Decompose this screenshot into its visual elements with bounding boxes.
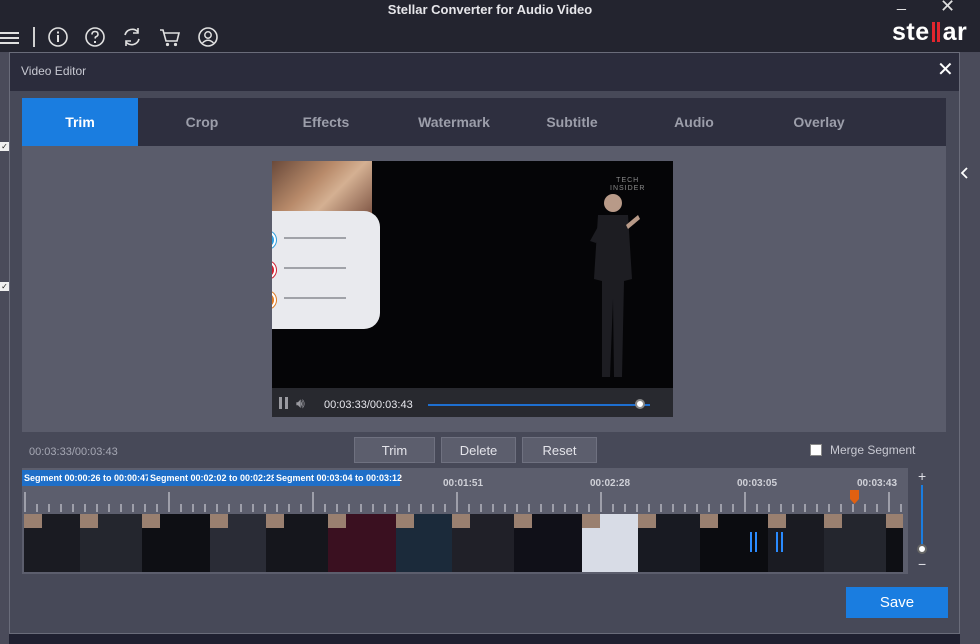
user-icon[interactable]: [197, 26, 219, 48]
watermark-line: TECH: [616, 177, 640, 184]
frame-thumbnail: [266, 514, 284, 528]
menu-icon[interactable]: [0, 26, 22, 48]
video-controls: 🔊︎ 00:03:33/00:03:43: [272, 388, 673, 417]
merge-segment-checkbox[interactable]: [810, 444, 822, 456]
zoom-slider-track[interactable]: [921, 485, 923, 547]
app-title: Stellar Converter for Audio Video: [387, 2, 593, 17]
timeline-time-label: 00:02:28: [590, 478, 631, 489]
background-checkbox[interactable]: ✓: [0, 282, 9, 291]
editor-tabs: Trim Crop Effects Watermark Subtitle Aud…: [22, 98, 946, 146]
chevron-left-icon[interactable]: [960, 166, 970, 180]
playback-thumb[interactable]: [635, 399, 645, 409]
frame-thumbnail: [582, 514, 600, 528]
reset-button[interactable]: Reset: [522, 437, 597, 463]
slide-line: [284, 267, 346, 269]
current-time: 00:03:33/00:03:43: [29, 446, 118, 458]
playback-time: 00:03:33/00:03:43: [324, 399, 413, 411]
frame-thumbnail: [210, 514, 228, 528]
frame-thumbnail: [452, 514, 470, 528]
help-icon[interactable]: [84, 26, 106, 48]
video-slide-card: [272, 211, 380, 329]
playhead-marker[interactable]: [850, 490, 859, 504]
logo-mark-icon: [931, 22, 942, 42]
video-frame: TECH INSIDER: [272, 161, 673, 388]
video-speaker-figure: [590, 194, 640, 377]
minimize-button[interactable]: _: [897, 0, 906, 12]
timeline-time-label: 00:03:05: [737, 478, 778, 489]
segment-label[interactable]: Segment 00:02:02 to 00:02:28: [148, 470, 276, 486]
stellar-logo: ste ar: [892, 18, 968, 46]
cart-icon[interactable]: [159, 26, 181, 48]
tab-audio[interactable]: Audio: [638, 98, 750, 146]
frame-thumbnail: [638, 514, 656, 528]
slide-dot: [272, 231, 276, 249]
zoom-out-button[interactable]: −: [918, 556, 926, 572]
volume-icon[interactable]: 🔊︎: [296, 395, 305, 412]
toolbar-divider: [33, 27, 35, 47]
tab-trim[interactable]: Trim: [22, 98, 138, 146]
segment-label[interactable]: Segment 00:03:04 to 00:03:12: [274, 470, 402, 486]
frame-thumbnail: [80, 514, 98, 528]
tab-overlay[interactable]: Overlay: [762, 98, 876, 146]
frame-thumbnail: [142, 514, 160, 528]
segment-marker[interactable]: [776, 532, 778, 552]
timeline-time-label: 00:03:43: [857, 478, 898, 489]
tab-watermark[interactable]: Watermark: [392, 98, 516, 146]
timeline-filmstrip[interactable]: [24, 514, 903, 572]
background-checkbox[interactable]: ✓: [0, 142, 9, 151]
dialog-close-button[interactable]: ✕: [937, 57, 954, 82]
slide-line: [284, 297, 346, 299]
pause-icon[interactable]: [279, 397, 289, 409]
frame-thumbnail: [396, 514, 414, 528]
delete-button[interactable]: Delete: [441, 437, 516, 463]
slide-dot: [272, 291, 276, 309]
dialog-title: Video Editor: [21, 64, 87, 78]
video-player[interactable]: TECH INSIDER 🔊︎ 00:03:33/00:03:43: [272, 161, 673, 417]
window-close-button[interactable]: ✕: [940, 0, 955, 17]
tab-subtitle[interactable]: Subtitle: [516, 98, 628, 146]
refresh-icon[interactable]: [121, 26, 143, 48]
save-button[interactable]: Save: [846, 587, 948, 618]
background-panel-right: [960, 52, 980, 644]
frame-thumbnail: [886, 514, 903, 528]
segment-label[interactable]: Segment 00:00:26 to 00:00:47: [22, 470, 150, 486]
frame-thumbnail: [328, 514, 346, 528]
timeline-time-label: 00:01:51: [443, 478, 484, 489]
frame-thumbnail: [700, 514, 718, 528]
segment-marker[interactable]: [750, 532, 752, 552]
frame-thumbnail: [768, 514, 786, 528]
zoom-slider-thumb[interactable]: [917, 544, 927, 554]
frame-thumbnail: [824, 514, 842, 528]
zoom-in-button[interactable]: +: [918, 468, 926, 484]
timeline-ruler: [24, 492, 902, 512]
app-title-bar: Stellar Converter for Audio Video _ ✕ st…: [0, 0, 980, 52]
trim-button[interactable]: Trim: [354, 437, 435, 463]
segment-marker[interactable]: [755, 532, 757, 552]
tab-crop[interactable]: Crop: [142, 98, 262, 146]
slide-line: [284, 237, 346, 239]
segment-marker[interactable]: [781, 532, 783, 552]
tab-effects[interactable]: Effects: [266, 98, 386, 146]
info-icon[interactable]: [47, 26, 69, 48]
merge-segment-label: Merge Segment: [830, 443, 916, 457]
slide-dot: [272, 261, 276, 279]
frame-thumbnail: [24, 514, 42, 528]
background-panel-left: [0, 52, 9, 644]
dialog-header: Video Editor ✕: [10, 53, 959, 91]
frame-thumbnail: [514, 514, 532, 528]
playback-track[interactable]: [428, 404, 650, 406]
